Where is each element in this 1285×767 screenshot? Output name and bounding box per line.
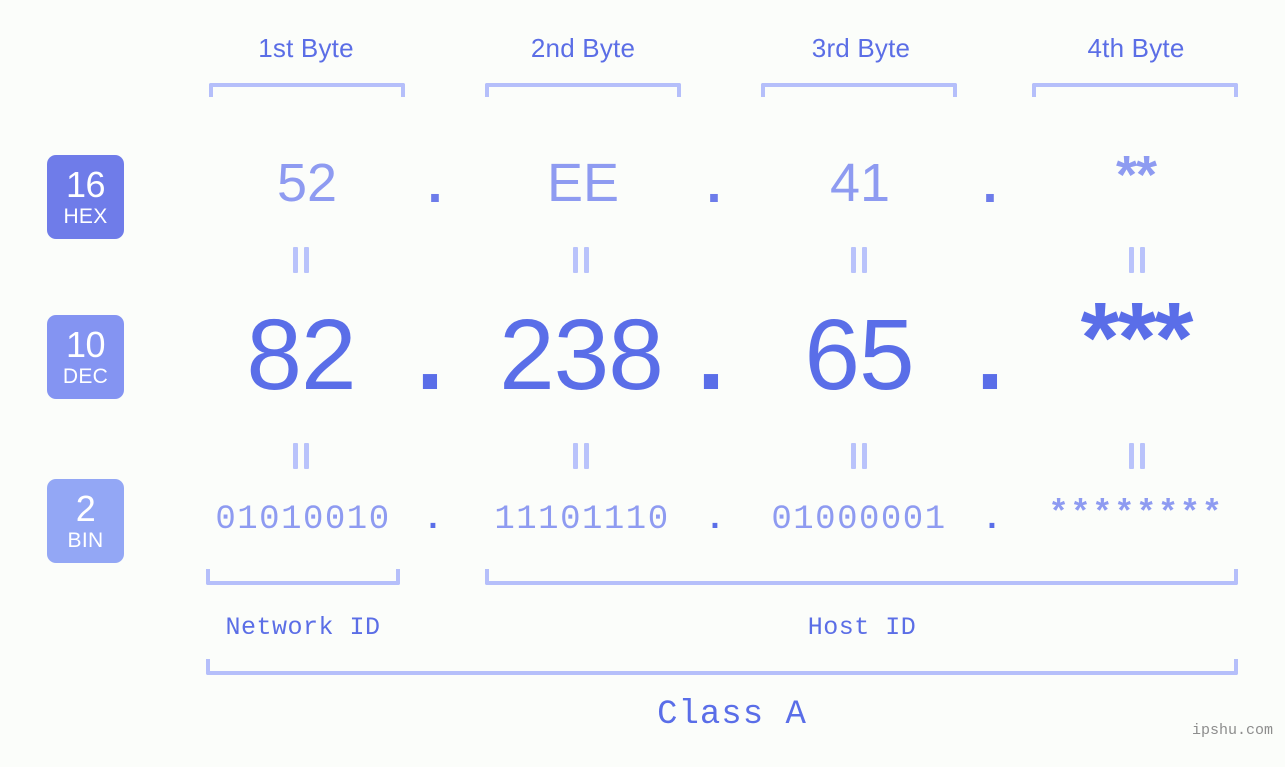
bin-byte-4: ******** [1048, 496, 1224, 534]
byte-header-2: 2nd Byte [530, 33, 636, 63]
byte-bracket-2 [485, 83, 681, 97]
equals-mark-dec-bin-2 [571, 443, 591, 469]
base-badge-dec: 10 DEC [47, 315, 124, 399]
base-badge-hex-number: 16 [65, 164, 106, 205]
base-badge-bin: 2 BIN [47, 479, 124, 563]
site-watermark: ipshu.com [1191, 722, 1273, 739]
hex-separator-3: . [982, 154, 998, 214]
network-id-bracket [206, 569, 400, 585]
dec-separator-2: . [697, 299, 725, 411]
bin-byte-2: 11101110 [494, 501, 670, 539]
base-badge-bin-number: 2 [75, 488, 96, 529]
base-badge-dec-number: 10 [65, 324, 106, 365]
class-bracket [206, 659, 1238, 675]
dec-byte-4: *** [1080, 282, 1194, 394]
equals-mark-hex-dec-4 [1127, 247, 1147, 273]
bin-separator-1: . [422, 501, 444, 539]
ip-breakdown-diagram: 1st Byte 2nd Byte 3rd Byte 4th Byte 16 H… [0, 0, 1285, 767]
dec-separator-3: . [976, 299, 1004, 411]
byte-bracket-3 [761, 83, 957, 97]
dec-byte-3: 65 [804, 299, 914, 411]
dec-byte-2: 238 [499, 299, 664, 411]
byte-header-4: 4th Byte [1087, 33, 1185, 63]
equals-mark-dec-bin-3 [849, 443, 869, 469]
dec-byte-1: 82 [246, 299, 356, 411]
hex-byte-1: 52 [276, 153, 338, 213]
equals-mark-hex-dec-3 [849, 247, 869, 273]
byte-header-3: 3rd Byte [811, 33, 911, 63]
equals-mark-hex-dec-1 [291, 247, 311, 273]
network-id-label: Network ID [225, 613, 381, 642]
equals-mark-hex-dec-2 [571, 247, 591, 273]
equals-mark-dec-bin-1 [291, 443, 311, 469]
hex-byte-2: EE [546, 153, 620, 213]
hex-separator-2: . [706, 154, 722, 214]
base-badge-bin-name: BIN [67, 529, 104, 552]
hex-separator-1: . [427, 154, 443, 214]
bin-separator-2: . [704, 501, 726, 539]
byte-bracket-4 [1032, 83, 1238, 97]
equals-mark-dec-bin-4 [1127, 443, 1147, 469]
base-badge-hex: 16 HEX [47, 155, 124, 239]
class-label: Class A [657, 696, 807, 734]
hex-byte-3: 41 [829, 153, 891, 213]
dec-separator-1: . [416, 299, 444, 411]
byte-bracket-1 [209, 83, 405, 97]
host-id-bracket [485, 569, 1238, 585]
bin-byte-3: 01000001 [771, 501, 947, 539]
bin-byte-1: 01010010 [215, 501, 391, 539]
base-badge-dec-name: DEC [62, 365, 109, 388]
host-id-label: Host ID [807, 613, 917, 642]
bin-separator-3: . [981, 501, 1003, 539]
byte-header-1: 1st Byte [258, 33, 354, 63]
base-badge-hex-name: HEX [63, 205, 108, 228]
hex-byte-4: ** [1115, 145, 1157, 205]
